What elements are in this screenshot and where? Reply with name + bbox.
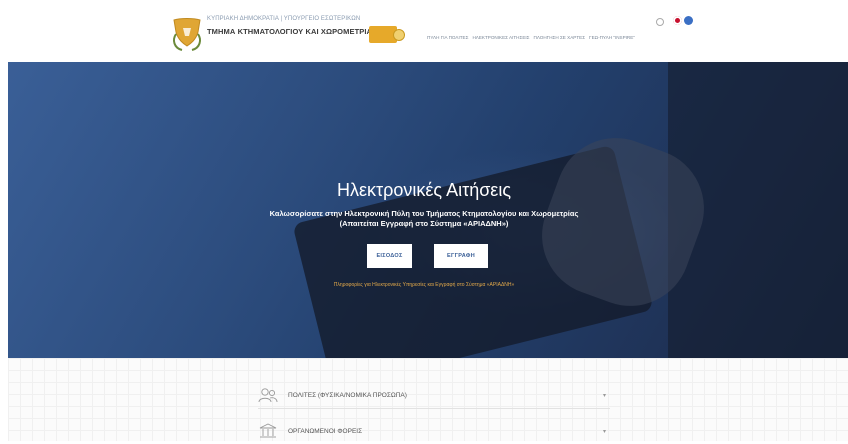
institution-icon xyxy=(259,423,277,438)
nav-citizens-portal[interactable]: ΠΥΛΗ ΓΙΑ ΠΟΛΙΤΕΣ xyxy=(427,35,468,40)
greek-language-icon[interactable] xyxy=(684,16,693,25)
category-label: ΟΡΓΑΝΩΜΕΝΟΙ ΦΟΡΕΙΣ xyxy=(288,427,363,435)
category-organizations[interactable]: ΟΡΓΑΝΩΜΕΝΟΙ ΦΟΡΕΙΣ ▾ xyxy=(258,418,610,444)
info-link[interactable]: Πληροφορίες για Ηλεκτρονικές Υπηρεσίες κ… xyxy=(0,282,848,288)
nav-map-navigation[interactable]: ΠΛΟΗΓΗΣΗ ΣΕ ΧΑΡΤΕΣ xyxy=(534,35,586,40)
coat-of-arms-icon xyxy=(173,18,201,51)
english-flag-icon[interactable] xyxy=(673,16,682,25)
department-badge-icon xyxy=(369,26,405,43)
people-icon xyxy=(258,388,278,403)
logo-title[interactable]: ΤΜΗΜΑ ΚΤΗΜΑΤΟΛΟΓΙΟΥ ΚΑΙ ΧΩΡΟΜΕΤΡΙΑΣ xyxy=(207,27,377,36)
search-icon[interactable] xyxy=(656,18,664,26)
nav-electronic-applications[interactable]: ΗΛΕΚΤΡΟΝΙΚΕΣ ΑΙΤΗΣΕΙΣ xyxy=(472,35,529,40)
category-label: ΠΟΛΙΤΕΣ (ΦΥΣΙΚΑ/ΝΟΜΙΚΑ ΠΡΟΣΩΠΑ) xyxy=(288,391,407,399)
page-title: Ηλεκτρονικές Αιτήσεις xyxy=(336,180,512,200)
registration-note: (Απαιτείται Εγγραφή στο Σύστημα «ΑΡΙΑΔΝΗ… xyxy=(339,219,509,228)
welcome-text: Καλωσορίσατε στην Ηλεκτρονική Πύλη του Τ… xyxy=(269,209,579,218)
logo-subtitle: ΚΥΠΡΙΑΚΗ ΔΗΜΟΚΡΑΤΙΑ | ΥΠΟΥΡΓΕΙΟ ΕΣΩΤΕΡΙΚ… xyxy=(207,16,361,22)
header: ΚΥΠΡΙΑΚΗ ΔΗΜΟΚΡΑΤΙΑ | ΥΠΟΥΡΓΕΙΟ ΕΣΩΤΕΡΙΚ… xyxy=(0,0,848,62)
chevron-down-icon: ▾ xyxy=(602,392,606,399)
category-citizens[interactable]: ΠΟΛΙΤΕΣ (ΦΥΣΙΚΑ/ΝΟΜΙΚΑ ΠΡΟΣΩΠΑ) ▾ xyxy=(258,382,610,409)
login-button[interactable]: ΕΙΣΟΔΟΣ xyxy=(367,244,412,268)
top-navigation: ΠΥΛΗ ΓΙΑ ΠΟΛΙΤΕΣ ΗΛΕΚΤΡΟΝΙΚΕΣ ΑΙΤΗΣΕΙΣ Π… xyxy=(427,35,635,40)
nav-inspire-geoportal[interactable]: ΓΕΩ-ΠΥΛΗ "INSPIRE" xyxy=(589,35,635,40)
chevron-down-icon: ▾ xyxy=(602,428,606,435)
register-button[interactable]: ΕΓΓΡΑΦΗ xyxy=(434,244,488,268)
